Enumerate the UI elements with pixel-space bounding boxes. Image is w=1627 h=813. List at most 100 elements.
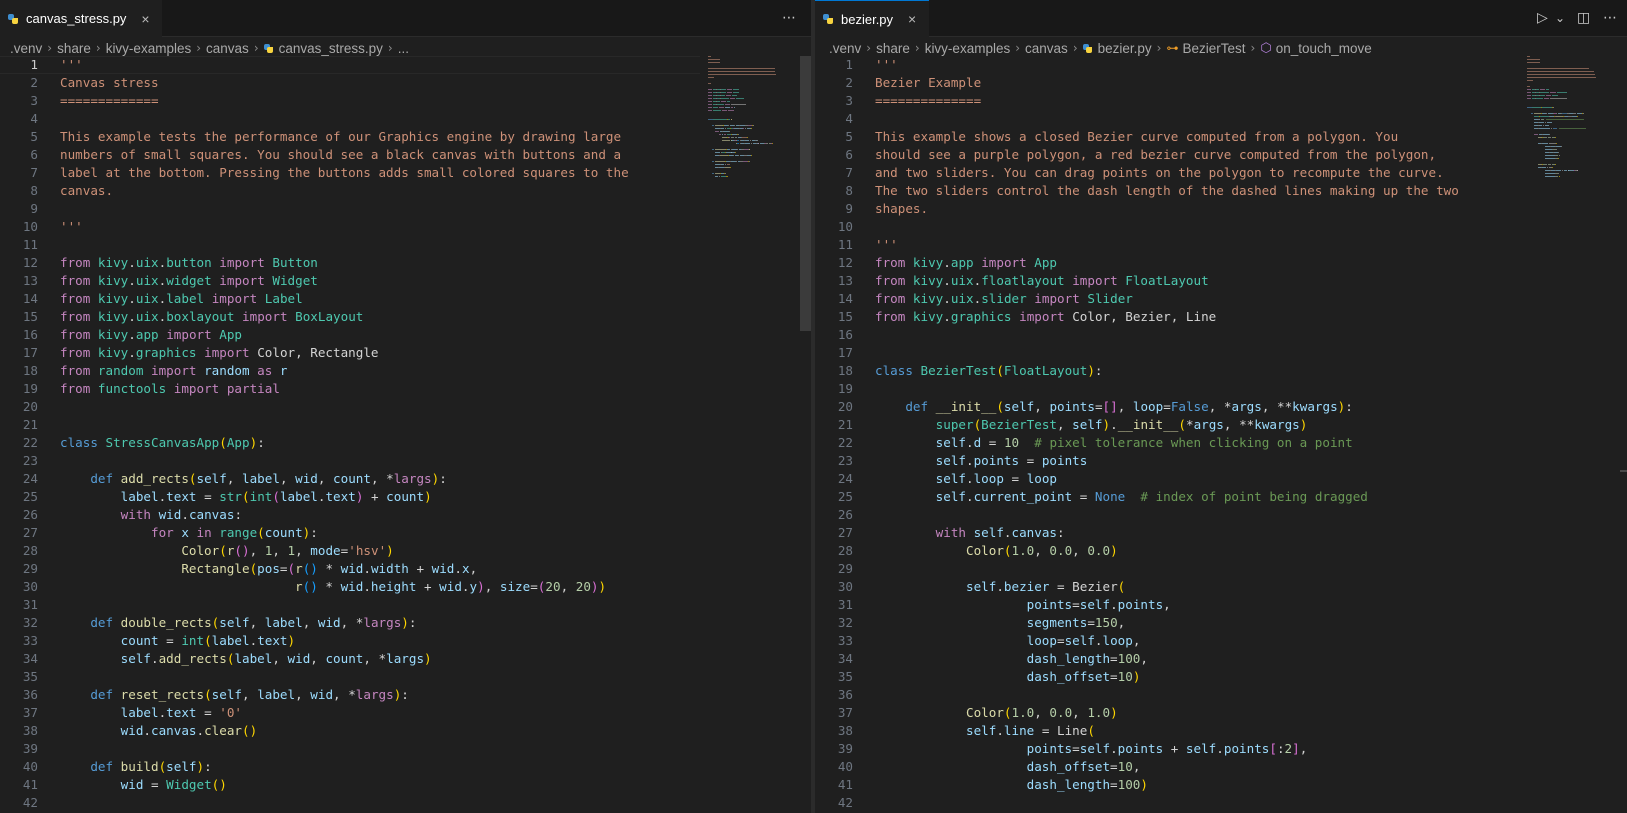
tab-bezier[interactable]: bezier.py × [815, 0, 930, 37]
line-number: 25 [22, 489, 38, 504]
code-token: : [234, 507, 243, 522]
chevron-right-icon: › [1072, 41, 1078, 55]
code-line: 20 def __init__(self, points=[], loop=Fa… [815, 398, 1515, 416]
code-token: graphics [135, 345, 197, 360]
minimap-line [1577, 116, 1579, 118]
code-token: = [981, 435, 1004, 450]
code-token: import [1011, 309, 1065, 324]
close-icon[interactable]: × [138, 11, 152, 27]
code-token: Color [875, 543, 1004, 558]
code-token: = [1003, 471, 1027, 486]
minimap-line [729, 161, 731, 163]
run-icon[interactable]: ▷ [1537, 0, 1548, 36]
code-editor[interactable]: 1 ''' 2 Canvas stress 3 ============= 4 5 This e… [0, 56, 811, 813]
code-token: Button [264, 255, 318, 270]
breadcrumb-item[interactable]: ... [398, 41, 409, 56]
code-token: ( [219, 435, 227, 450]
code-token: () [234, 543, 250, 558]
minimap-line [728, 131, 730, 133]
minimap-line [725, 107, 731, 109]
breadcrumb-item[interactable]: kivy-examples [106, 41, 192, 56]
code-line: 18 from random import random as r [0, 362, 700, 380]
code-line: 11 ''' [815, 236, 1515, 254]
code-token: count [264, 525, 303, 540]
code-token: Widget [166, 777, 212, 792]
breadcrumb-item[interactable]: on_touch_move [1276, 41, 1372, 56]
line-number: 30 [22, 579, 38, 594]
minimap-line [720, 89, 726, 91]
line-number: 34 [837, 651, 853, 666]
minimap-line [1538, 128, 1551, 130]
code-token: BezierTest [912, 363, 997, 378]
code-token: . [1216, 741, 1224, 756]
line-number: 17 [837, 345, 853, 360]
minimap-line [735, 98, 744, 100]
code-line: 41 dash_length=100) [815, 776, 1515, 794]
code-token: Rectangle [60, 561, 250, 576]
breadcrumb-item[interactable]: share [876, 41, 910, 56]
line-number: 3 [845, 93, 853, 108]
tab-canvas-stress[interactable]: canvas_stress.py × [0, 0, 163, 37]
code-line: 23 self.points = points [815, 452, 1515, 470]
code-token: self [211, 687, 243, 702]
code-editor[interactable]: 1 ''' 2 Bezier Example 3 ============== 4 5 This… [815, 56, 1627, 813]
code-token: . [996, 723, 1004, 738]
breadcrumb-item[interactable]: BezierTest [1182, 41, 1245, 56]
run-dropdown-icon[interactable]: ⌄ [1555, 0, 1565, 36]
code-token: = [1072, 597, 1080, 612]
code-token: ) [1110, 705, 1118, 720]
line-code: label.text = str(int(label.text) + count… [60, 488, 432, 506]
more-actions-icon[interactable]: ⋯ [1603, 0, 1617, 36]
code-token: text [257, 633, 288, 648]
code-token: uix [135, 291, 159, 306]
more-actions-icon[interactable]: ⋯ [782, 0, 796, 36]
line-number: 26 [22, 507, 38, 522]
breadcrumb-item[interactable]: bezier.py [1098, 41, 1152, 56]
line-number: 27 [22, 525, 38, 540]
code-token: = [1094, 399, 1103, 414]
code-token: , [1163, 597, 1171, 612]
code-token: ) [1140, 777, 1148, 792]
code-token: for [60, 525, 174, 540]
minimap-line [1545, 164, 1547, 166]
method-symbol-icon: ⬡ [1260, 40, 1272, 56]
breadcrumb-item[interactable]: canvas_stress.py [279, 41, 383, 56]
code-token: canvas [1011, 525, 1058, 540]
breadcrumb-item[interactable]: canvas [206, 41, 249, 56]
code-token: 100 [1117, 777, 1141, 792]
breadcrumb-item[interactable]: share [57, 41, 91, 56]
code-token: , [310, 651, 326, 666]
breadcrumb-item[interactable]: .venv [10, 41, 42, 56]
code-token: This example tests the performance of ou… [60, 129, 622, 144]
line-number: 6 [845, 147, 853, 162]
current-line-highlight [0, 56, 700, 74]
minimap-line [1556, 92, 1567, 94]
line-code: r() * wid.height + wid.y), size=(20, 20)… [60, 578, 606, 596]
code-line: 36 [815, 686, 1515, 704]
code-token: from [60, 273, 91, 288]
split-editor-icon[interactable]: ◫ [1577, 0, 1590, 36]
minimap-line [725, 164, 726, 166]
minimap-line [720, 92, 726, 94]
chevron-right-icon: › [95, 41, 101, 55]
code-line: 35 [0, 668, 700, 686]
breadcrumb-item[interactable]: kivy-examples [925, 41, 1011, 56]
code-line: 15 from kivy.graphics import Color, Bezie… [815, 308, 1515, 326]
vertical-scrollbar[interactable] [800, 56, 811, 331]
code-token: floatlayout [981, 273, 1065, 288]
breadcrumb-item[interactable]: canvas [1025, 41, 1068, 56]
code-line: 33 count = int(label.text) [0, 632, 700, 650]
code-token: ) [1087, 363, 1095, 378]
line-code: points=self.points, [875, 596, 1171, 614]
minimap-line [722, 140, 731, 142]
close-icon[interactable]: × [905, 11, 919, 27]
line-code: canvas. [60, 182, 113, 200]
code-token: = [158, 633, 182, 648]
minimap[interactable] [708, 56, 783, 206]
minimap-line [720, 95, 726, 97]
minimap[interactable] [1527, 56, 1602, 206]
breadcrumb-item[interactable]: .venv [829, 41, 861, 56]
line-number: 24 [837, 471, 853, 486]
line-code: numbers of small squares. You should see… [60, 146, 621, 164]
code-token: ) [590, 579, 599, 594]
